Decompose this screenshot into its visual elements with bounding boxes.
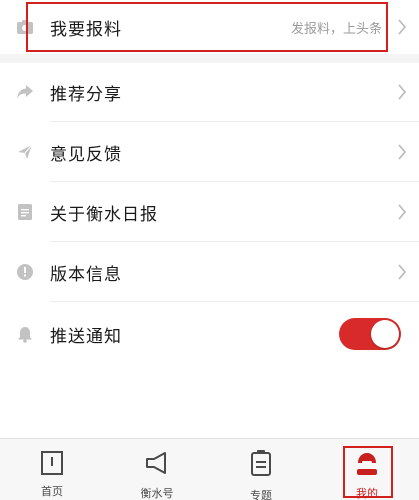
menu-item-about[interactable]: 关于衡水日报 — [0, 182, 419, 242]
menu-item-about-label: 关于衡水日报 — [50, 204, 158, 225]
toggle-knob — [371, 320, 399, 348]
share-arrow-icon — [16, 83, 34, 101]
info-icon — [16, 263, 34, 281]
bell-icon — [16, 325, 34, 343]
profile-page: 我要报料 发报料，上头条 推荐分享 意见反馈 关于衡水日报 版本信息 推送通知 … — [0, 0, 419, 500]
document-icon — [16, 203, 34, 221]
tab-hengshui-hao-label: 衡水号 — [140, 487, 174, 500]
tab-home-label: 首页 — [41, 485, 63, 498]
paper-plane-icon — [16, 143, 34, 161]
chevron-right-icon — [398, 19, 407, 35]
menu-item-version[interactable]: 版本信息 — [0, 242, 419, 302]
tab-topics[interactable]: 专题 — [209, 439, 313, 500]
home-book-icon — [41, 451, 63, 475]
menu-item-share-label: 推荐分享 — [50, 84, 122, 105]
divider — [50, 301, 419, 302]
menu-item-feedback-label: 意见反馈 — [50, 144, 122, 165]
tab-topics-label: 专题 — [250, 489, 272, 500]
chevron-right-icon — [398, 264, 407, 280]
menu-item-push-label: 推送通知 — [50, 326, 122, 347]
tab-hengshui-hao[interactable]: 衡水号 — [105, 439, 209, 500]
menu-item-version-label: 版本信息 — [50, 264, 122, 285]
highlight-box-tab-mine — [343, 446, 393, 498]
chevron-right-icon — [398, 84, 407, 100]
chevron-right-icon — [398, 204, 407, 220]
tab-home[interactable]: 首页 — [0, 439, 104, 500]
menu-item-share[interactable]: 推荐分享 — [0, 62, 419, 122]
push-notification-toggle[interactable] — [339, 318, 401, 350]
megaphone-icon — [146, 452, 166, 474]
list-document-icon — [251, 450, 271, 476]
menu-item-push: 推送通知 — [0, 304, 419, 364]
highlight-box-report — [26, 2, 388, 52]
chevron-right-icon — [398, 144, 407, 160]
menu-item-feedback[interactable]: 意见反馈 — [0, 122, 419, 182]
